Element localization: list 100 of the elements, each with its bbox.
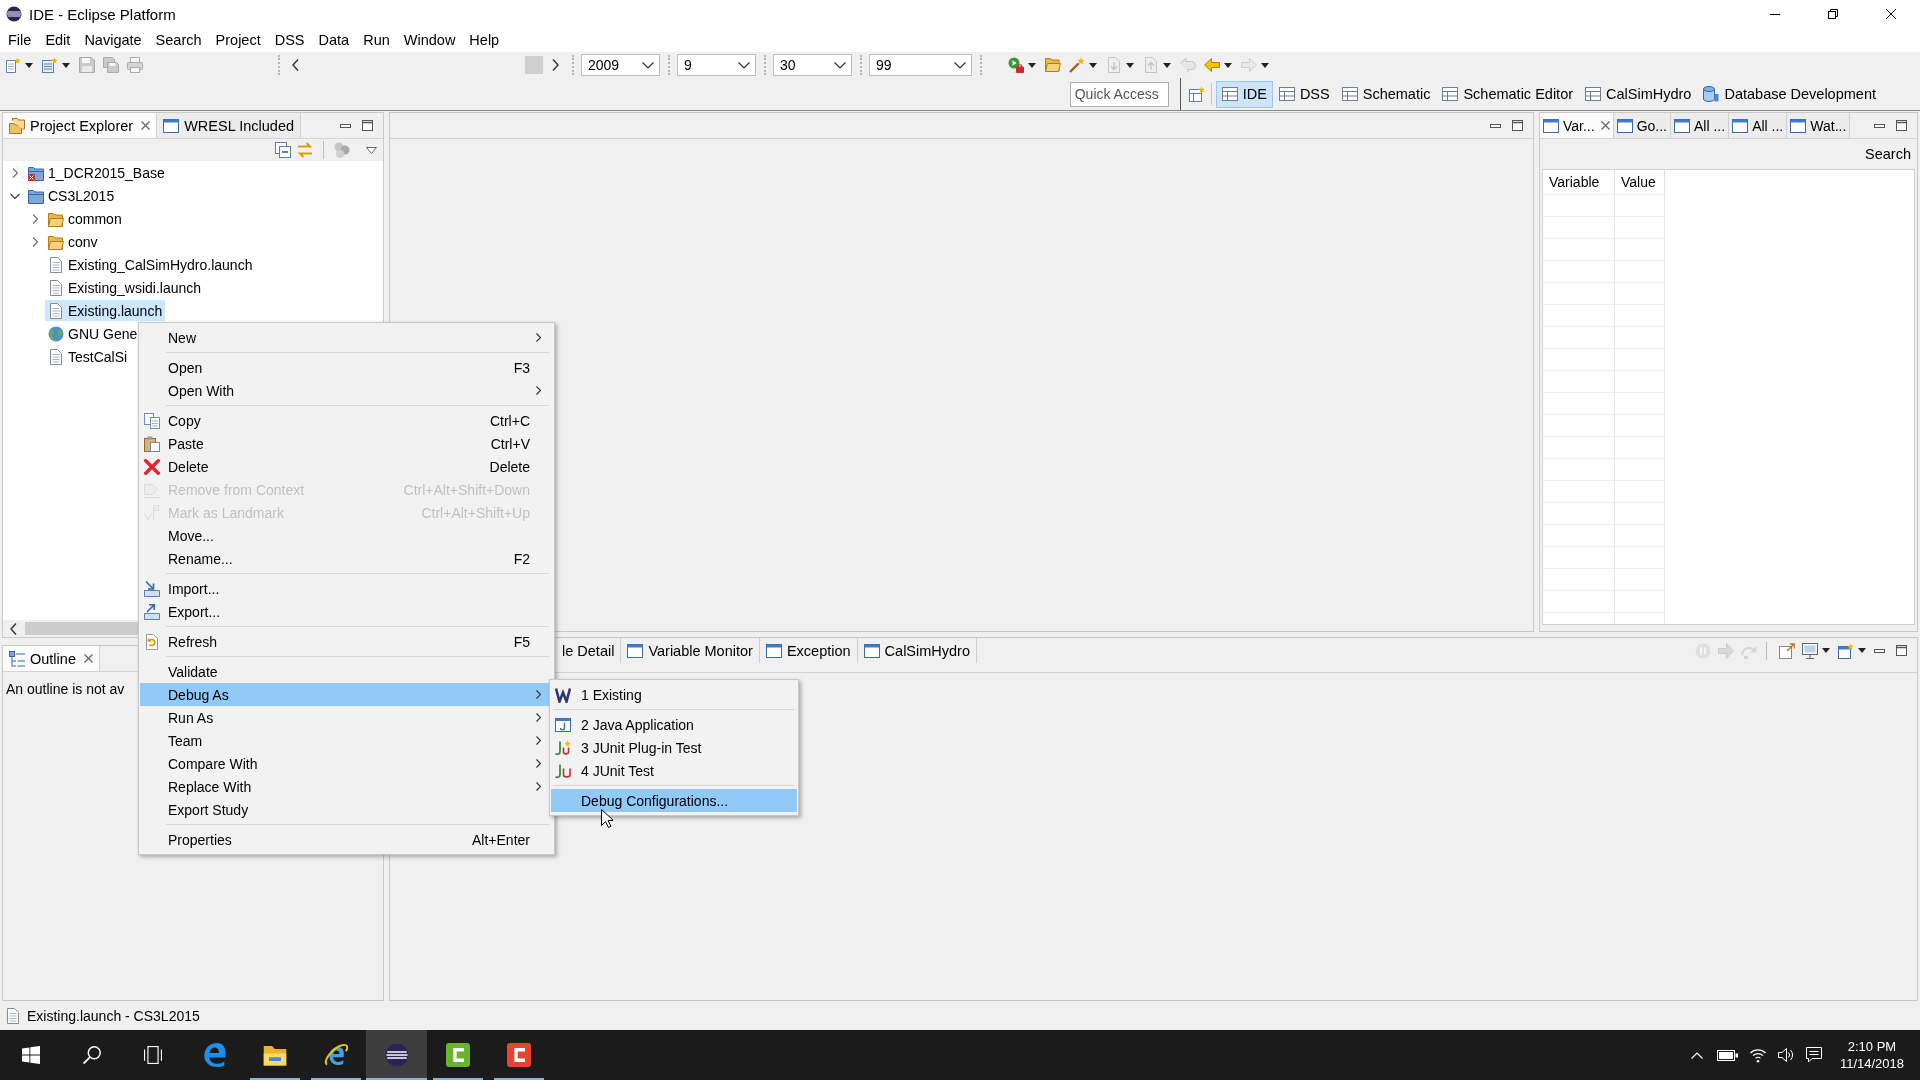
caret-icon[interactable] xyxy=(1858,648,1866,653)
scrollbar-thumb[interactable] xyxy=(25,622,138,635)
perspective-button[interactable]: CalSimHydro xyxy=(1579,80,1698,108)
scroll-thumb[interactable] xyxy=(525,56,543,74)
menu-item[interactable]: New xyxy=(140,326,553,349)
task-view-icon[interactable] xyxy=(143,1046,162,1064)
menu-item[interactable]: Export Study xyxy=(140,798,553,821)
volume-icon[interactable] xyxy=(1777,1047,1794,1063)
menu-item[interactable]: Copy Ctrl+C xyxy=(140,409,553,432)
tree-item[interactable]: CS3L2015 xyxy=(25,185,118,206)
maximize-icon[interactable] xyxy=(362,120,373,131)
start-icon[interactable] xyxy=(21,1046,40,1064)
menu-item[interactable]: Window xyxy=(396,32,463,48)
new-window-icon[interactable] xyxy=(1838,642,1854,659)
menu-item[interactable]: Run As xyxy=(140,706,553,729)
tree-item[interactable]: conv xyxy=(45,231,101,252)
perspective-button[interactable]: IDE xyxy=(1215,80,1273,108)
view-tab[interactable]: Go... xyxy=(1613,113,1671,138)
view-menu-icon[interactable] xyxy=(366,146,377,154)
tree-item[interactable]: TestCalSi xyxy=(45,346,131,367)
menu-item[interactable]: Edit xyxy=(38,32,78,48)
caret-icon[interactable] xyxy=(1028,62,1036,68)
caret-icon[interactable] xyxy=(1089,62,1097,68)
tree-item[interactable]: GNU Gene xyxy=(45,323,141,344)
menu-item[interactable]: Navigate xyxy=(77,32,149,48)
chevron-up-icon[interactable] xyxy=(1690,1051,1703,1059)
chevron-left-icon[interactable] xyxy=(292,59,299,71)
menu-item[interactable]: Import... xyxy=(140,577,553,600)
wifi-icon[interactable] xyxy=(1749,1047,1766,1063)
chevron-right-icon[interactable] xyxy=(552,59,559,71)
search-button[interactable]: Search xyxy=(1865,146,1911,162)
menu-item[interactable]: Paste Ctrl+V xyxy=(140,432,553,455)
monitor-icon[interactable] xyxy=(1802,642,1818,659)
caret-icon[interactable] xyxy=(62,62,70,68)
menu-item[interactable]: Export... xyxy=(140,600,553,623)
view-tab[interactable]: Wat... xyxy=(1787,113,1851,138)
perspective-button[interactable]: Database Development xyxy=(1697,80,1882,108)
view-tab[interactable]: All ... xyxy=(1671,113,1730,138)
menu-item[interactable]: Properties Alt+Enter xyxy=(140,828,553,851)
menu-item[interactable]: Search xyxy=(148,32,209,48)
minimize-icon[interactable] xyxy=(1874,648,1885,653)
menu-item[interactable]: Run xyxy=(356,32,397,48)
menu-item[interactable]: Replace With xyxy=(140,775,553,798)
dropdown[interactable]: 99 xyxy=(869,54,972,76)
battery-icon[interactable] xyxy=(1716,1049,1738,1061)
chevron-down-icon[interactable] xyxy=(10,192,20,199)
dropdown[interactable]: 9 xyxy=(677,54,756,76)
dropdown[interactable]: 30 xyxy=(773,54,852,76)
menu-item[interactable]: Refresh F5 xyxy=(140,630,553,653)
menu-item[interactable]: File xyxy=(1,32,39,48)
menu-item[interactable]: Compare With xyxy=(140,752,553,775)
caret-icon[interactable] xyxy=(1822,648,1830,653)
notification-icon[interactable] xyxy=(1805,1047,1822,1063)
view-tab[interactable]: WRESL Included xyxy=(157,113,302,138)
tree-item[interactable]: Existing_wsidi.launch xyxy=(45,277,205,298)
tree-item[interactable]: 1_DCR2015_Base xyxy=(25,162,168,183)
open-perspective-icon[interactable] xyxy=(1188,86,1205,102)
view-tab[interactable]: Outline xyxy=(3,646,100,671)
perspective-button[interactable]: Schematic Editor xyxy=(1436,80,1580,108)
collapse-all-icon[interactable] xyxy=(275,142,291,158)
menu-item[interactable]: 3 JUnit Plug-in Test xyxy=(551,736,797,759)
clock-time[interactable]: 2:10 PM xyxy=(1847,1038,1897,1055)
menu-item[interactable]: Help xyxy=(462,32,507,48)
menu-item[interactable]: Rename... F2 xyxy=(140,547,553,570)
menu-item[interactable]: DSS xyxy=(267,32,312,48)
menu-item[interactable]: Move... xyxy=(140,524,553,547)
menu-item[interactable]: 1 Existing xyxy=(551,683,797,706)
menu-item[interactable]: Validate xyxy=(140,660,553,683)
menu-item[interactable]: Project xyxy=(208,32,268,48)
search-icon[interactable] xyxy=(82,1046,101,1064)
pin-icon[interactable] xyxy=(1779,642,1795,659)
menu-item[interactable]: Debug Configurations... xyxy=(551,789,797,812)
caret-icon[interactable] xyxy=(25,62,33,68)
view-tab[interactable]: All ... xyxy=(1729,113,1788,138)
open-folder-icon[interactable] xyxy=(1045,57,1061,73)
minimize-icon[interactable] xyxy=(1770,13,1780,15)
menu-item[interactable]: 2 Java Application xyxy=(551,713,797,736)
maximize-icon[interactable] xyxy=(1896,645,1907,656)
scroll-left-icon[interactable] xyxy=(10,622,17,635)
minimize-icon[interactable] xyxy=(1490,123,1501,128)
menu-item[interactable]: Delete Delete xyxy=(140,455,553,478)
view-tab[interactable]: Project Explorer xyxy=(3,113,158,138)
minimize-icon[interactable] xyxy=(340,123,351,128)
menu-item[interactable]: Data xyxy=(311,32,357,48)
new-file-icon[interactable] xyxy=(5,57,21,73)
tree-item[interactable]: Existing_CalSimHydro.launch xyxy=(45,254,256,275)
new-wizard-icon[interactable] xyxy=(42,57,58,73)
maximize-icon[interactable] xyxy=(1512,120,1523,131)
taskbar-button[interactable] xyxy=(366,1030,427,1080)
wand-icon[interactable] xyxy=(1069,57,1085,73)
view-tab[interactable]: Var... xyxy=(1540,113,1614,138)
perspective-button[interactable]: DSS xyxy=(1272,80,1336,108)
caret-icon[interactable] xyxy=(1224,62,1232,68)
menu-item[interactable]: 4 JUnit Test xyxy=(551,759,797,782)
quick-access-field[interactable]: Quick Access xyxy=(1069,81,1169,107)
menu-item[interactable]: Team xyxy=(140,729,553,752)
tree-item[interactable]: common xyxy=(45,208,125,229)
menu-item[interactable]: Open With xyxy=(140,379,553,402)
tree-item[interactable]: Existing.launch xyxy=(45,300,166,321)
restore-icon[interactable] xyxy=(1828,9,1838,19)
